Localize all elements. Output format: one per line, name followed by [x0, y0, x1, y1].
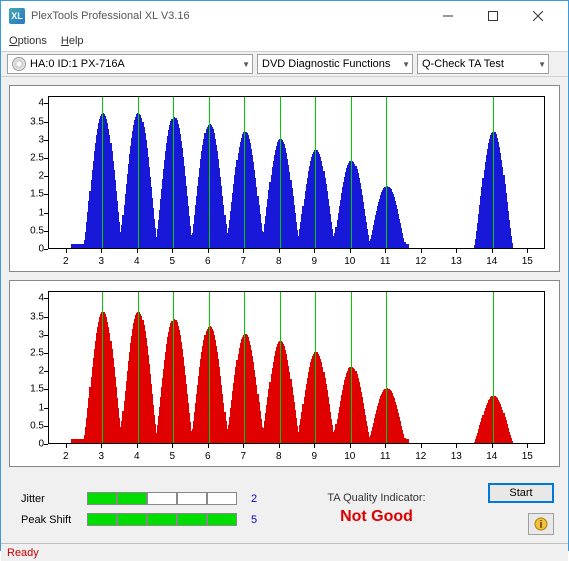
- segment: [147, 492, 177, 505]
- svg-text:i: i: [539, 519, 542, 531]
- jitter-value: 2: [251, 493, 265, 505]
- quality-label: TA Quality Indicator:: [265, 492, 488, 504]
- segment: [117, 492, 147, 505]
- menu-help[interactable]: Help: [61, 35, 84, 47]
- chart-top: 00.511.522.533.5423456789101112131415: [9, 85, 560, 272]
- segment: [207, 492, 237, 505]
- peakshift-metric: Peak Shift 5: [21, 513, 265, 526]
- start-button[interactable]: Start: [488, 483, 554, 503]
- menubar: Options Help: [1, 31, 568, 51]
- segment: [207, 513, 237, 526]
- chevron-down-icon: ▼: [402, 60, 410, 69]
- disc-icon: [12, 57, 26, 71]
- peakshift-bar: [87, 513, 237, 526]
- device-select[interactable]: HA:0 ID:1 PX-716A ▼: [7, 54, 253, 74]
- info-icon: i: [534, 517, 548, 531]
- segment: [117, 513, 147, 526]
- segment: [177, 492, 207, 505]
- peakshift-label: Peak Shift: [21, 514, 79, 526]
- test-select[interactable]: Q-Check TA Test ▼: [417, 54, 549, 74]
- footer-panel: Jitter 2 Peak Shift 5 TA Quality Indicat…: [1, 479, 568, 543]
- menu-options[interactable]: Options: [9, 35, 47, 47]
- close-button[interactable]: [515, 1, 560, 31]
- peakshift-value: 5: [251, 514, 265, 526]
- segment: [147, 513, 177, 526]
- functions-select-value: DVD Diagnostic Functions: [262, 58, 390, 70]
- segment: [87, 513, 117, 526]
- maximize-button[interactable]: [470, 1, 515, 31]
- chart-bottom: 00.511.522.533.5423456789101112131415: [9, 280, 560, 467]
- jitter-metric: Jitter 2: [21, 492, 265, 505]
- segment: [177, 513, 207, 526]
- segment: [87, 492, 117, 505]
- functions-select[interactable]: DVD Diagnostic Functions ▼: [257, 54, 413, 74]
- status-text: Ready: [7, 547, 39, 559]
- jitter-label: Jitter: [21, 493, 79, 505]
- test-select-value: Q-Check TA Test: [422, 58, 504, 70]
- content-area: 00.511.522.533.5423456789101112131415 00…: [1, 77, 568, 479]
- minimize-button[interactable]: [425, 1, 470, 31]
- window-title: PlexTools Professional XL V3.16: [31, 10, 425, 22]
- device-select-value: HA:0 ID:1 PX-716A: [30, 58, 125, 70]
- info-button[interactable]: i: [528, 513, 554, 535]
- titlebar: XL PlexTools Professional XL V3.16: [1, 1, 568, 31]
- jitter-bar: [87, 492, 237, 505]
- statusbar: Ready: [1, 543, 568, 561]
- chevron-down-icon: ▼: [538, 60, 546, 69]
- quality-value: Not Good: [265, 508, 488, 526]
- chevron-down-icon: ▼: [242, 60, 250, 69]
- app-logo-icon: XL: [9, 8, 25, 24]
- quality-indicator: TA Quality Indicator: Not Good: [265, 492, 488, 526]
- toolbar: HA:0 ID:1 PX-716A ▼ DVD Diagnostic Funct…: [1, 51, 568, 77]
